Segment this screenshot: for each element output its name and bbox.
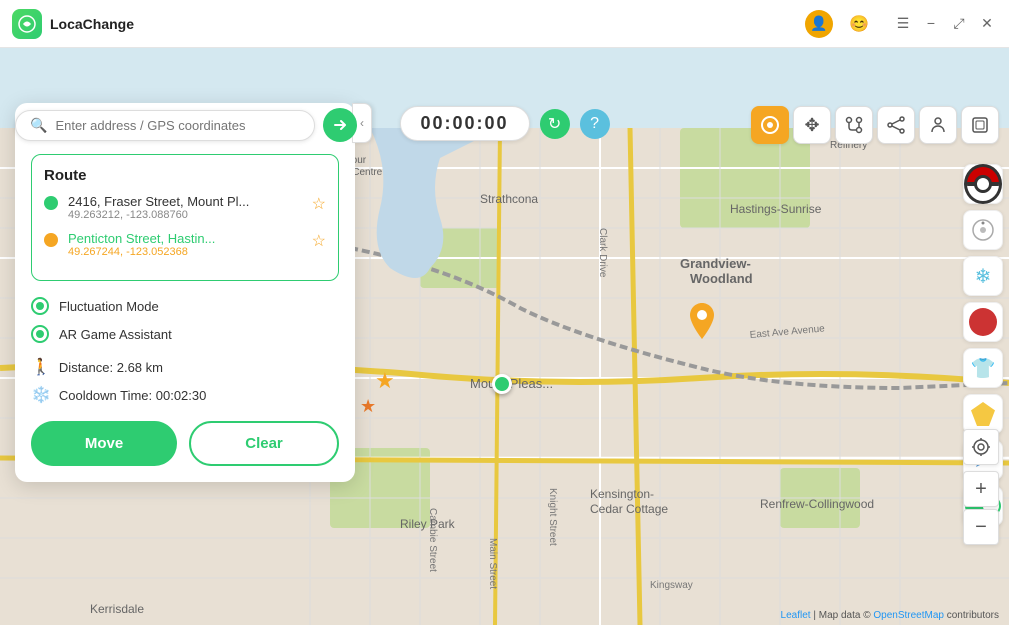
maximize-button[interactable]: ⤢ (949, 15, 969, 32)
timer-display: 00:00:00 (399, 106, 529, 141)
timer-bar: 00:00:00 ↻ ? (399, 106, 609, 141)
options-section: Fluctuation Mode AR Game Assistant (31, 297, 339, 343)
svg-text:Kingsway: Kingsway (650, 580, 693, 591)
app-logo (12, 9, 42, 39)
red-icon (969, 308, 997, 336)
timer-refresh-button[interactable]: ↻ (540, 109, 570, 139)
compass-icon (972, 219, 994, 241)
option-ar: AR Game Assistant (31, 325, 339, 343)
svg-text:Grandview-: Grandview- (680, 256, 751, 271)
route-item-end: Penticton Street, Hastin... 49.267244, -… (44, 231, 326, 258)
shirt-button[interactable]: 👕 (963, 348, 1003, 388)
waypoint-star-marker-2: ★ (360, 396, 376, 417)
snowflake-icon: ❄ (975, 264, 992, 289)
route-mode-button[interactable] (835, 106, 873, 144)
red-button[interactable] (963, 302, 1003, 342)
action-buttons: Move Clear (31, 421, 339, 466)
share-mode-button[interactable] (877, 106, 915, 144)
move-mode-button[interactable]: ✥ (793, 106, 831, 144)
distance-label: Distance: 2.68 km (59, 360, 163, 375)
person-mode-button[interactable] (919, 106, 957, 144)
fluctuation-radio[interactable] (31, 297, 49, 315)
emoji-icon[interactable]: 😊 (845, 10, 873, 38)
ar-radio[interactable] (31, 325, 49, 343)
pokeball-button[interactable] (963, 164, 1003, 204)
route-label: Route (44, 167, 326, 184)
svg-text:Main Street: Main Street (487, 538, 498, 589)
search-bar: 🔍 (15, 108, 357, 142)
move-button[interactable]: Move (31, 421, 177, 466)
mode-toolbar: ✥ (751, 106, 999, 144)
route-end-coords: 49.267244, -123.052368 (68, 246, 304, 258)
timer-help-button[interactable]: ? (580, 109, 610, 139)
route-end-content: Penticton Street, Hastin... 49.267244, -… (68, 231, 304, 258)
history-mode-button[interactable] (961, 106, 999, 144)
svg-text:Knight Street: Knight Street (547, 488, 558, 546)
cooldown-icon: ❄️ (31, 385, 51, 405)
map-attribution: Leaflet | Map data © OpenStreetMap contr… (781, 610, 999, 621)
main-area: Grandview- Woodland Hastings-Sunrise Mou… (0, 48, 1009, 625)
route-start-coords: 49.263212, -123.088760 (68, 209, 304, 221)
minimize-button[interactable]: − (921, 15, 941, 32)
osm-link[interactable]: OpenStreetMap (873, 610, 944, 621)
title-bar: LocaChange 👤 😊 ☰ − ⤢ ✕ (0, 0, 1009, 48)
svg-text:Kerrisdale: Kerrisdale (90, 602, 144, 616)
destination-marker (690, 303, 714, 344)
route-start-favorite[interactable]: ☆ (312, 194, 326, 214)
zoom-out-button[interactable]: − (963, 509, 999, 545)
route-dot-end (44, 233, 58, 247)
clear-button[interactable]: Clear (189, 421, 339, 466)
search-input-wrap[interactable]: 🔍 (15, 110, 315, 141)
cooldown-label: Cooldown Time: 00:02:30 (59, 388, 206, 403)
titlebar-icons: 👤 😊 ☰ − ⤢ ✕ (805, 10, 997, 38)
search-icon: 🔍 (30, 117, 47, 134)
route-start-content: 2416, Fraser Street, Mount Pl... 49.2632… (68, 194, 304, 221)
pokeball-icon (964, 164, 1002, 204)
side-panel: Teleport Mode Route 2416, Fraser Street,… (15, 103, 355, 482)
snowflake-button[interactable]: ❄ (963, 256, 1003, 296)
close-button[interactable]: ✕ (977, 15, 997, 32)
fluctuation-label: Fluctuation Mode (59, 299, 159, 314)
search-input[interactable] (55, 118, 300, 133)
gem-icon (971, 402, 995, 426)
attribution-separator: | Map data © (813, 610, 873, 621)
route-end-favorite[interactable]: ☆ (312, 231, 326, 251)
svg-text:Cedar Cottage: Cedar Cottage (590, 502, 668, 516)
compass-button[interactable] (963, 210, 1003, 250)
zoom-controls: + − (963, 429, 999, 545)
route-item-start: 2416, Fraser Street, Mount Pl... 49.2632… (44, 194, 326, 221)
svg-text:Renfrew-Collingwood: Renfrew-Collingwood (760, 497, 874, 511)
shirt-icon: 👕 (971, 356, 996, 381)
info-section: 🚶 Distance: 2.68 km ❄️ Cooldown Time: 00… (31, 357, 339, 405)
app-title: LocaChange (50, 16, 805, 32)
leaflet-link[interactable]: Leaflet (781, 610, 811, 621)
location-button[interactable] (963, 429, 999, 465)
route-end-address[interactable]: Penticton Street, Hastin... (68, 231, 304, 246)
current-location-marker (492, 374, 512, 394)
attribution-contributors: contributors (947, 610, 999, 621)
route-section: Route 2416, Fraser Street, Mount Pl... 4… (31, 154, 339, 281)
svg-text:Strathcona: Strathcona (480, 192, 538, 206)
route-dot-start (44, 196, 58, 210)
window-controls: ☰ − ⤢ ✕ (893, 15, 997, 32)
gem-button[interactable] (963, 394, 1003, 434)
menu-icon[interactable]: ☰ (893, 15, 913, 32)
route-start-address: 2416, Fraser Street, Mount Pl... (68, 194, 304, 209)
svg-text:Woodland: Woodland (690, 271, 753, 286)
svg-text:Clark Drive: Clark Drive (597, 228, 608, 278)
distance-info: 🚶 Distance: 2.68 km (31, 357, 339, 377)
waypoint-star-marker: ★ (375, 368, 395, 394)
search-go-button[interactable] (323, 108, 357, 142)
svg-text:Kensington-: Kensington- (590, 487, 654, 501)
teleport-mode-button[interactable] (751, 106, 789, 144)
ar-label: AR Game Assistant (59, 327, 172, 342)
option-fluctuation: Fluctuation Mode (31, 297, 339, 315)
zoom-in-button[interactable]: + (963, 471, 999, 507)
svg-text:Hastings-Sunrise: Hastings-Sunrise (730, 202, 822, 216)
user-avatar-icon[interactable]: 👤 (805, 10, 833, 38)
svg-text:Cambie Street: Cambie Street (427, 508, 438, 572)
cooldown-info: ❄️ Cooldown Time: 00:02:30 (31, 385, 339, 405)
distance-icon: 🚶 (31, 357, 51, 377)
